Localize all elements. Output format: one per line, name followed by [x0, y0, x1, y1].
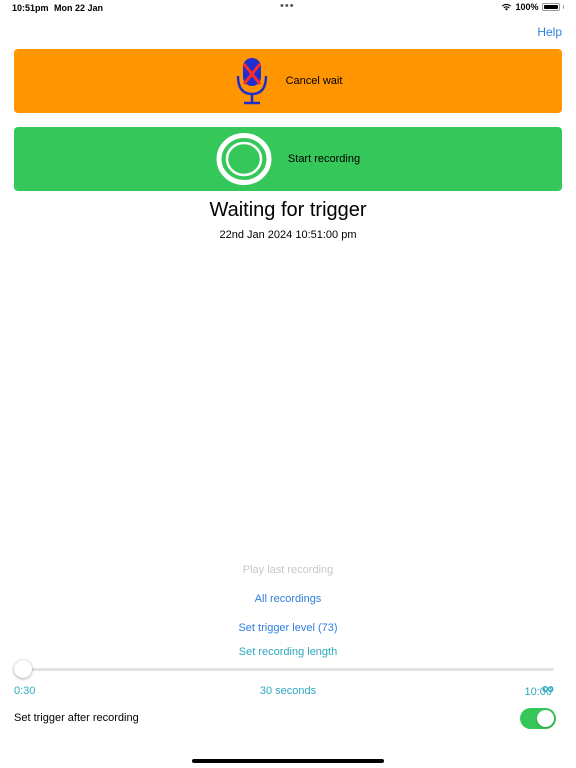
record-circle-icon — [216, 133, 272, 185]
trigger-timestamp: 22nd Jan 2024 10:51:00 pm — [219, 229, 357, 241]
microphone-off-icon — [236, 58, 267, 105]
trigger-after-recording-label: Set trigger after recording — [14, 712, 139, 724]
battery-percent: 100% — [515, 2, 539, 12]
start-recording-button[interactable]: Start recording — [14, 127, 562, 191]
battery-icon — [541, 3, 560, 11]
all-recordings-button[interactable]: All recordings — [0, 593, 576, 605]
wifi-icon — [502, 3, 512, 11]
help-button[interactable]: Help — [537, 25, 562, 39]
trigger-after-recording-toggle[interactable] — [520, 708, 556, 729]
battery-tip — [562, 5, 564, 9]
status-date: Mon 22 Jan — [54, 3, 104, 13]
toggle-knob — [537, 710, 554, 727]
set-trigger-level-button[interactable]: Set trigger level (73) — [0, 622, 576, 634]
cancel-wait-button[interactable]: Cancel wait — [14, 49, 562, 113]
page-title: Waiting for trigger — [209, 199, 367, 221]
start-recording-label: Start recording — [287, 153, 361, 165]
multitasking-dots-icon[interactable]: ••• — [280, 0, 295, 12]
status-bar: 10:51pm Mon 22 Jan ••• 100% — [0, 0, 576, 16]
set-recording-length-label: Set recording length — [238, 646, 338, 658]
slider-value-label: 30 seconds — [259, 685, 317, 697]
home-indicator[interactable] — [192, 759, 384, 763]
recording-length-slider-thumb[interactable] — [14, 660, 32, 678]
play-last-recording-button[interactable]: Play last recording — [0, 564, 576, 576]
infinity-icon[interactable]: ∞ — [542, 679, 554, 699]
recording-length-slider-track[interactable] — [18, 668, 554, 671]
cancel-wait-label: Cancel wait — [285, 75, 343, 87]
status-right: 100% — [501, 2, 564, 12]
status-time: 10:51pm — [12, 3, 49, 13]
